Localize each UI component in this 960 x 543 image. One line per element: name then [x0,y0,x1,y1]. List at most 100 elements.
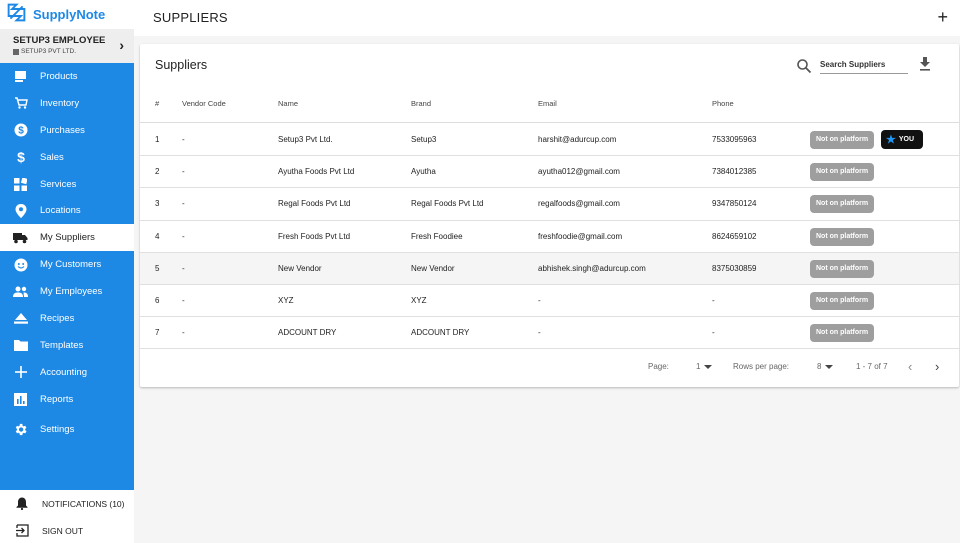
row-number: 3 [155,199,160,209]
dropdown-arrow-icon [825,364,834,369]
table-header: # Vendor Code Name Brand Email Phone [140,94,959,123]
page-select[interactable]: 1 [696,362,713,371]
search-input[interactable] [820,55,908,74]
sidebar-item-products[interactable]: Products [0,63,134,90]
next-page-button[interactable]: › [935,359,939,374]
supplier-brand: Fresh Foodiee [411,231,463,241]
sidebar-item-my-employees[interactable]: My Employees [0,278,134,305]
table-row[interactable]: 7 - ADCOUNT DRY ADCOUNT DRY - - Not on p… [140,317,959,350]
sidebar-item-sales[interactable]: $ Sales [0,144,134,171]
rows-per-page-value: 8 [817,362,822,371]
page-range: 1 - 7 of 7 [856,362,888,371]
sidebar-item-services[interactable]: Services [0,171,134,198]
grid-icon [13,177,28,192]
vendor-code: - [182,167,185,177]
sidebar-item-label: My Employees [40,286,103,298]
table-body: 1 - Setup3 Pvt Ltd. Setup3 harshit@adurc… [140,124,959,350]
supplier-email: - [538,295,541,305]
column-header-number: # [155,99,160,108]
sidebar-nav: Products Inventory $ Purchases $ Sales S… [0,63,134,442]
supplier-phone: - [712,295,715,305]
logo-text: SupplyNote [33,7,106,22]
sidebar-item-label: Accounting [40,366,88,378]
products-icon [13,69,28,84]
sidebar-item-label: Recipes [40,312,75,324]
sidebar-footer: NOTIFICATIONS (10) SIGN OUT [0,490,134,543]
sidebar-item-recipes[interactable]: Recipes [0,305,134,332]
sign-out-label: SIGN OUT [42,525,84,536]
supplier-phone: 8624659102 [712,231,757,241]
user-org: SETUP3 PVT LTD. [13,48,134,55]
table-row[interactable]: 3 - Regal Foods Pvt Ltd Regal Foods Pvt … [140,188,959,221]
sidebar-item-label: Settings [40,423,75,435]
logo-bar[interactable]: SupplyNote [0,0,134,29]
sidebar-item-my-customers[interactable]: My Customers [0,251,134,278]
card-title: Suppliers [155,58,208,72]
vendor-code: - [182,199,185,209]
supplier-name: Regal Foods Pvt Ltd [278,199,351,209]
row-number: 6 [155,295,160,305]
location-pin-icon [13,203,28,218]
sidebar-item-purchases[interactable]: $ Purchases [0,117,134,144]
sidebar-item-locations[interactable]: Locations [0,197,134,224]
sidebar-item-label: Locations [40,205,81,217]
pagination: Page: 1 Rows per page: 8 1 - 7 of 7 ‹ › [140,356,959,380]
supplier-email: harshit@adurcup.com [538,135,617,144]
sidebar: SupplyNote SETUP3 EMPLOYEE SETUP3 PVT LT… [0,0,134,543]
supplier-phone: 7533095963 [712,135,757,144]
prev-page-button[interactable]: ‹ [908,359,912,374]
supplier-brand: XYZ [411,295,427,305]
table-row[interactable]: 2 - Ayutha Foods Pvt Ltd Ayutha ayutha01… [140,156,959,189]
search-icon[interactable] [796,58,812,74]
smiley-icon [13,257,28,272]
supplier-name: Fresh Foods Pvt Ltd [278,231,351,241]
status-badge: Not on platform [810,163,875,182]
rows-per-page-select[interactable]: 8 [817,362,834,371]
logo-icon [6,2,27,28]
sign-out-button[interactable]: SIGN OUT [0,517,134,543]
status-badge: Not on platform [810,291,875,310]
table-row[interactable]: 5 - New Vendor New Vendor abhishek.singh… [140,252,959,285]
sidebar-item-label: Purchases [40,124,85,136]
page-title: SUPPLIERS [153,10,228,25]
plus-icon [13,365,28,380]
supplier-phone: - [712,328,715,338]
column-header-brand: Brand [411,99,432,108]
table-row[interactable]: 6 - XYZ XYZ - - Not on platform [140,285,959,318]
user-org-label: SETUP3 PVT LTD. [21,48,77,55]
row-number: 7 [155,328,160,338]
sidebar-item-templates[interactable]: Templates [0,332,134,359]
notifications-button[interactable]: NOTIFICATIONS (10) [0,490,134,517]
vendor-code: - [182,263,185,273]
folder-icon [13,338,28,353]
table-row[interactable]: 1 - Setup3 Pvt Ltd. Setup3 harshit@adurc… [140,124,959,157]
sidebar-item-settings[interactable]: Settings [0,416,134,443]
user-switcher[interactable]: SETUP3 EMPLOYEE SETUP3 PVT LTD. › [0,29,134,63]
table-row[interactable]: 4 - Fresh Foods Pvt Ltd Fresh Foodiee fr… [140,221,959,253]
supplier-phone: 7384012385 [712,167,757,177]
sidebar-item-accounting[interactable]: Accounting [0,359,134,386]
vendor-code: - [182,231,185,241]
page-value: 1 [696,362,701,371]
supplier-brand: ADCOUNT DRY [411,328,470,338]
sidebar-item-reports[interactable]: Reports [0,386,134,413]
supplier-phone: 9347850124 [712,199,757,209]
truck-icon [13,230,28,245]
sidebar-item-my-suppliers[interactable]: My Suppliers [0,224,134,252]
sidebar-item-inventory[interactable]: Inventory [0,90,134,117]
supplier-brand: Ayutha [411,167,436,177]
add-supplier-button[interactable]: + [937,7,948,27]
supplier-email: ayutha012@gmail.com [538,167,620,177]
supplier-brand: New Vendor [411,263,455,273]
cart-icon [13,96,28,111]
row-number: 2 [155,167,160,177]
column-header-phone: Phone [712,99,734,108]
sidebar-item-label: Inventory [40,97,80,109]
column-header-email: Email [538,99,557,108]
download-icon[interactable] [918,57,932,71]
row-number: 5 [155,263,160,273]
user-name: SETUP3 EMPLOYEE [13,35,106,46]
supplier-email: - [538,328,541,338]
supplier-brand: Regal Foods Pvt Ltd [411,199,484,209]
supplier-phone: 8375030859 [712,263,757,273]
